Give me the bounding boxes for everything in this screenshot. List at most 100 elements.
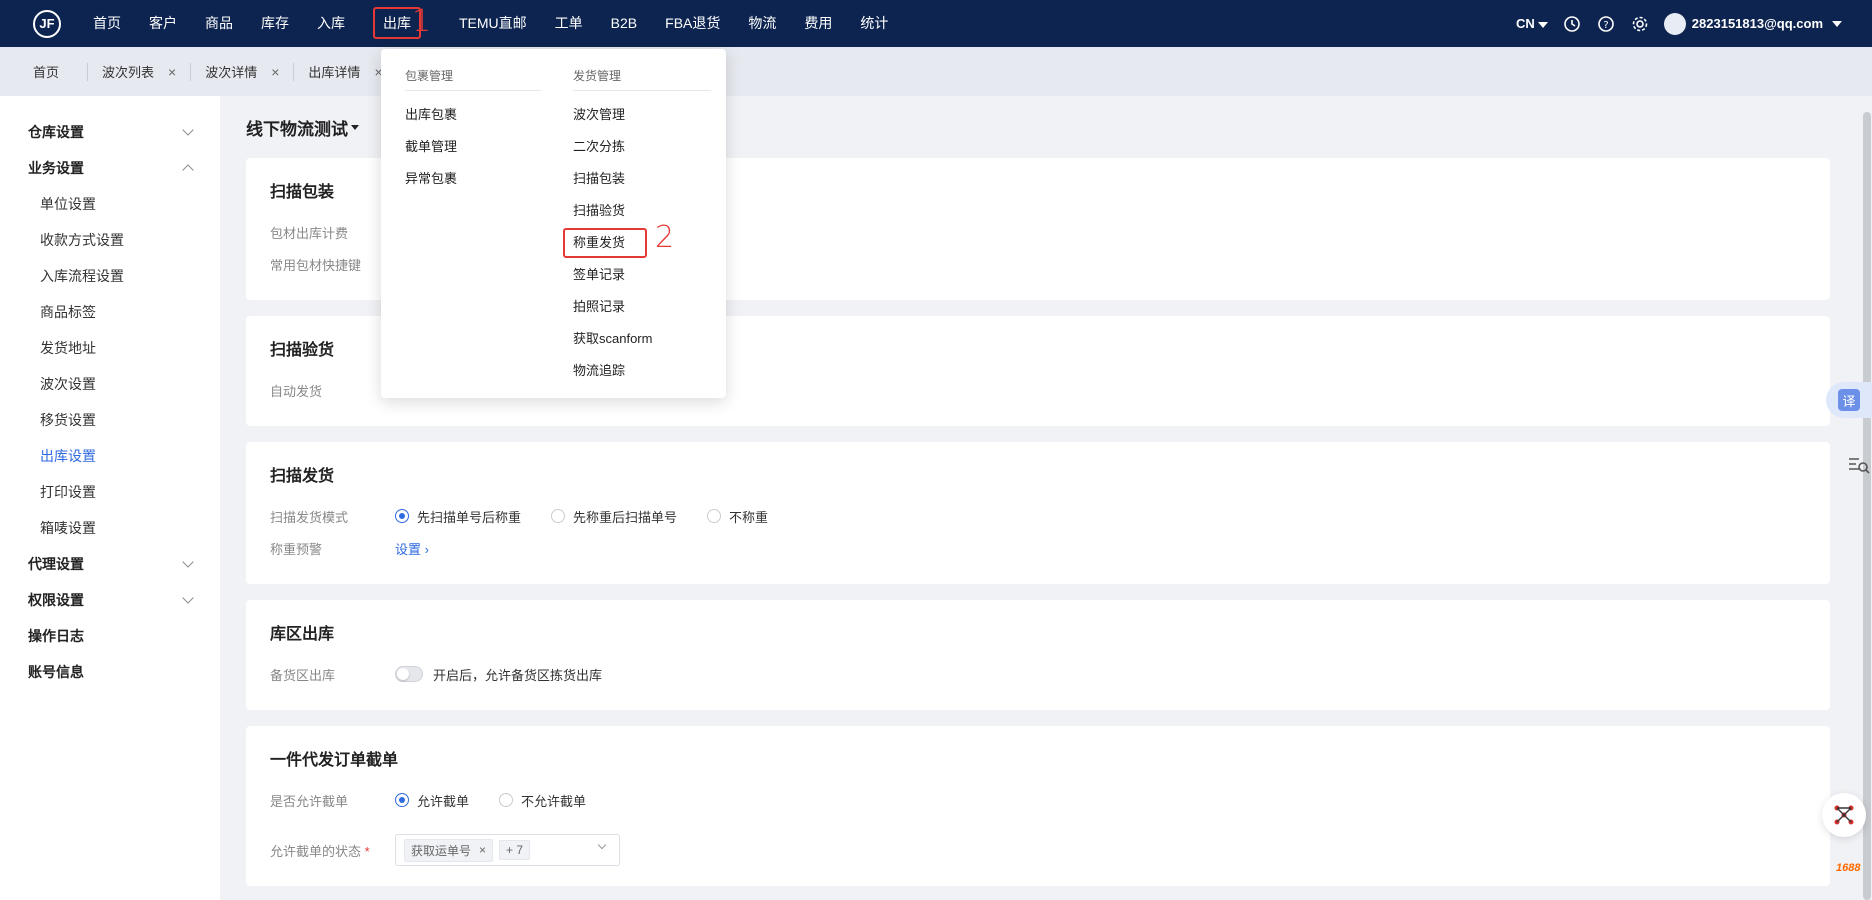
cutoff-status-select[interactable]: 获取运单号 × + 7 [395, 834, 620, 866]
more-tags-count: + 7 [499, 840, 531, 860]
radio-weigh-then-scan[interactable]: 先称重后扫描单号 [551, 507, 677, 526]
menu-item-outbound-packages[interactable]: 出库包裹 [405, 99, 541, 131]
page-scrollbar[interactable] [1863, 112, 1871, 900]
sidebar-item-box-mark[interactable]: 箱唛设置 [0, 510, 220, 546]
radio-dot [395, 793, 409, 807]
sidebar-item-product-label[interactable]: 商品标签 [0, 294, 220, 330]
menu-item-photo-records[interactable]: 拍照记录 [573, 291, 711, 323]
clock-icon[interactable] [1562, 14, 1582, 34]
menu-item-sign-records[interactable]: 签单记录 [573, 259, 711, 291]
sidebar-group-agent[interactable]: 代理设置 [0, 546, 220, 582]
nav-b2b[interactable]: B2B [597, 0, 651, 47]
chevron-down-icon [182, 592, 194, 604]
menu-item-exception-packages[interactable]: 异常包裹 [405, 163, 541, 195]
sidebar-group-label: 操作日志 [28, 628, 84, 644]
card-title: 一件代发订单截单 [270, 752, 399, 769]
brand-1688-icon[interactable]: 1688 [1836, 862, 1868, 894]
outbound-dropdown-menu: 包裹管理 出库包裹 截单管理 异常包裹 发货管理 波次管理 二次分拣 扫描包装 … [381, 49, 726, 398]
tab-label: 波次详情 [205, 65, 258, 80]
setting-row: 允许截单的状态 * 获取运单号 × + 7 [270, 834, 1806, 866]
required-mark: * [364, 843, 370, 859]
sidebar-group-label: 仓库设置 [28, 124, 84, 140]
setting-row: 备货区出库 开启后，允许备货区拣货出库 [270, 658, 1806, 690]
translate-widget[interactable]: 译 [1826, 382, 1872, 418]
sidebar-group-account[interactable]: 账号信息 [0, 654, 220, 690]
tab-wave-list[interactable]: 波次列表 × [88, 47, 190, 96]
menu-item-scan-check[interactable]: 扫描验货 [573, 195, 711, 227]
radio-label: 先称重后扫描单号 [573, 509, 678, 525]
tab-wave-detail[interactable]: 波次详情 × [191, 47, 293, 96]
svg-text:?: ? [1603, 20, 1608, 31]
tag-label: 获取运单号 [411, 843, 472, 858]
nav-fees[interactable]: 费用 [790, 0, 846, 47]
tab-label: 首页 [33, 65, 60, 80]
sidebar-group-oplog[interactable]: 操作日志 [0, 618, 220, 654]
setting-row: 称重预警 设置 › [270, 532, 1806, 564]
nav-inventory[interactable]: 库存 [247, 0, 303, 47]
language-selector[interactable]: CN [1516, 16, 1548, 31]
top-navigation-bar: JF 首页 客户 商品 库存 入库 出库 TEMU直邮 工单 B2B FBA退货… [0, 0, 1872, 47]
settings-sidebar: 仓库设置 业务设置 单位设置 收款方式设置 入库流程设置 商品标签 发货地址 波… [0, 96, 220, 900]
page-title: 线下物流测试 [246, 119, 348, 139]
radio-allow-cutoff[interactable]: 允许截单 [395, 791, 469, 810]
radio-disallow-cutoff[interactable]: 不允许截单 [499, 791, 586, 810]
setting-label: 备货区出库 [270, 667, 336, 683]
help-icon[interactable]: ? [1596, 14, 1616, 34]
tab-home[interactable]: 首页 [0, 47, 87, 96]
sidebar-group-warehouse[interactable]: 仓库设置 [0, 114, 220, 150]
chevron-down-icon [597, 840, 607, 850]
sidebar-item-print[interactable]: 打印设置 [0, 474, 220, 510]
menu-item-tracking[interactable]: 物流追踪 [573, 355, 711, 387]
menu-item-scan-pack[interactable]: 扫描包装 [573, 163, 711, 195]
setting-label: 自动发货 [270, 383, 323, 399]
status-tag: 获取运单号 × [404, 838, 494, 862]
weight-warning-settings-link[interactable]: 设置 › [395, 539, 429, 558]
close-icon[interactable]: × [168, 64, 176, 80]
sidebar-group-label: 账号信息 [28, 664, 84, 680]
sidebar-item-ship-address[interactable]: 发货地址 [0, 330, 220, 366]
sidebar-item-outbound[interactable]: 出库设置 [0, 438, 220, 474]
radio-label: 不称重 [729, 509, 769, 525]
nav-logistics[interactable]: 物流 [734, 0, 790, 47]
setting-label: 扫描发货模式 [270, 509, 349, 525]
menu-item-get-scanform[interactable]: 获取scanform [573, 323, 711, 355]
close-icon[interactable]: × [271, 64, 279, 80]
nav-home[interactable]: 首页 [79, 0, 135, 47]
sidebar-item-wave[interactable]: 波次设置 [0, 366, 220, 402]
chevron-down-icon [182, 556, 194, 568]
setting-label: 常用包材快捷键 [270, 257, 362, 273]
sidebar-group-permission[interactable]: 权限设置 [0, 582, 220, 618]
card-zone-outbound: 库区出库 备货区出库 开启后，允许备货区拣货出库 [246, 600, 1830, 710]
user-email: 2823151813@qq.com [1691, 16, 1823, 31]
close-icon[interactable]: × [479, 843, 486, 857]
stock-zone-outbound-toggle[interactable] [395, 666, 423, 682]
menu-section-header: 发货管理 [573, 67, 711, 91]
sidebar-item-payment[interactable]: 收款方式设置 [0, 222, 220, 258]
nav-temu[interactable]: TEMU直邮 [435, 0, 541, 47]
search-list-icon[interactable] [1846, 453, 1870, 477]
settings-gear-icon[interactable] [1630, 14, 1650, 34]
radio-dot [499, 793, 514, 807]
radio-scan-then-weigh[interactable]: 先扫描单号后称重 [395, 507, 521, 526]
menu-item-cutoff-management[interactable]: 截单管理 [405, 131, 541, 163]
nav-products[interactable]: 商品 [191, 0, 247, 47]
menu-item-wave-management[interactable]: 波次管理 [573, 99, 711, 131]
sidebar-item-move[interactable]: 移货设置 [0, 402, 220, 438]
nav-workorder[interactable]: 工单 [541, 0, 597, 47]
menu-item-weigh-ship[interactable]: 称重发货 [563, 227, 711, 259]
nav-customers[interactable]: 客户 [135, 0, 191, 47]
menu-item-secondary-sort[interactable]: 二次分拣 [573, 131, 711, 163]
sidebar-group-business[interactable]: 业务设置 [0, 150, 220, 186]
app-logo[interactable]: JF [33, 9, 61, 38]
radio-label: 允许截单 [417, 793, 470, 809]
step-annotation-2: 2 [655, 220, 675, 255]
step-annotation-1: 1 [412, 4, 432, 39]
sidebar-item-inbound-flow[interactable]: 入库流程设置 [0, 258, 220, 294]
sidebar-item-units[interactable]: 单位设置 [0, 186, 220, 222]
user-menu[interactable]: 2823151813@qq.com [1663, 12, 1842, 35]
radio-no-weigh[interactable]: 不称重 [707, 507, 768, 526]
nav-fba-return[interactable]: FBA退货 [651, 0, 734, 47]
nav-stats[interactable]: 统计 [846, 0, 902, 47]
nav-inbound[interactable]: 入库 [303, 0, 359, 47]
network-plugin-icon[interactable] [1822, 793, 1866, 837]
